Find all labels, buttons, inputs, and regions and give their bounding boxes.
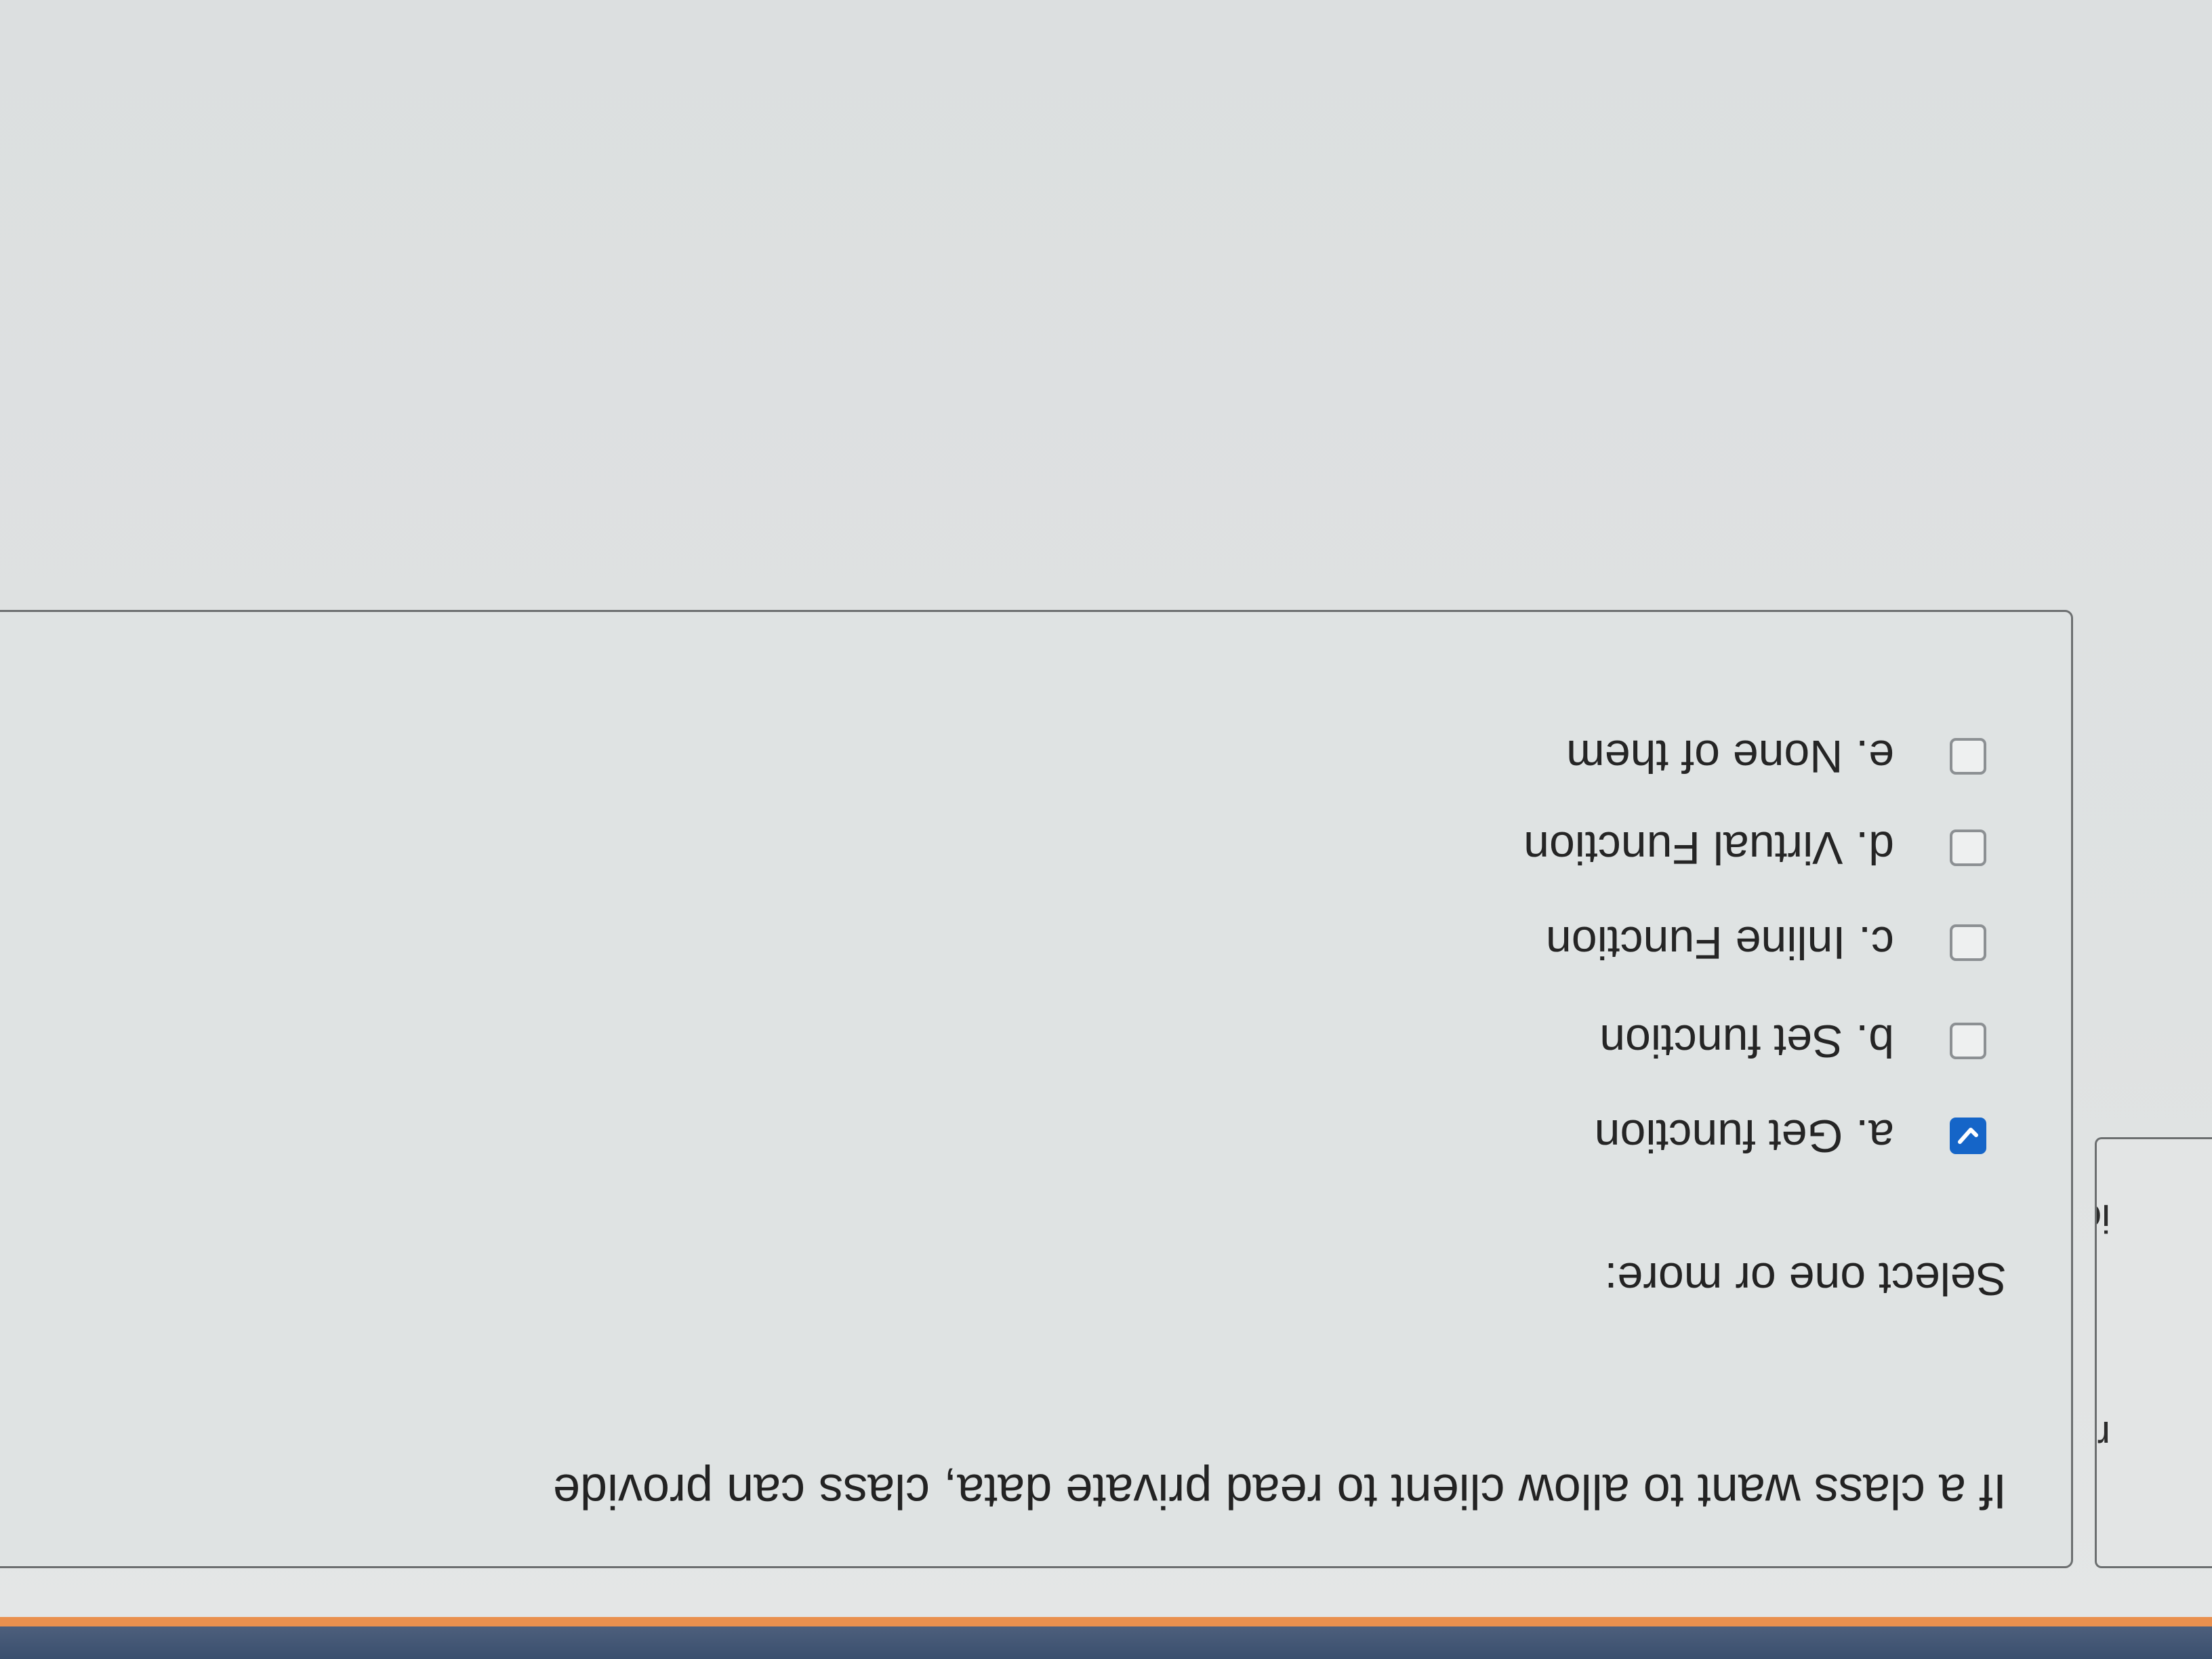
checkmark-icon — [1957, 1124, 1980, 1147]
option-label[interactable]: b. Set function — [1599, 1015, 1894, 1067]
checkbox-option-a[interactable] — [1950, 1118, 1986, 1154]
question-box: If a class want to allow client to read … — [0, 610, 2073, 1568]
option-c[interactable]: c. Inline Function — [1546, 916, 1986, 970]
option-d[interactable]: d. Virtual Function — [1523, 821, 1986, 875]
screen: red ion If a class want to allow client … — [0, 0, 2212, 1659]
option-label[interactable]: c. Inline Function — [1546, 916, 1894, 969]
option-a[interactable]: a. Get function — [1595, 1109, 1986, 1163]
taskbar — [0, 1626, 2212, 1659]
checkbox-option-b[interactable] — [1950, 1023, 1986, 1059]
option-b[interactable]: b. Set function — [1599, 1014, 1986, 1068]
header-accent-strip — [0, 1617, 2212, 1626]
info-text-fragment: red — [2095, 1413, 2110, 1457]
select-prompt: Select one or more: — [1604, 1253, 2007, 1305]
option-label[interactable]: d. Virtual Function — [1523, 821, 1894, 874]
option-e[interactable]: e. None of them — [1566, 729, 1986, 783]
option-label[interactable]: a. Get function — [1595, 1109, 1894, 1162]
question-text: If a class want to allow client to read … — [552, 1464, 2007, 1518]
checkbox-option-d[interactable] — [1950, 830, 1986, 866]
info-text-fragment: ion — [2095, 1196, 2110, 1240]
option-label[interactable]: e. None of them — [1566, 730, 1894, 783]
checkbox-option-e[interactable] — [1950, 738, 1986, 775]
question-info-panel: red ion — [2095, 1137, 2212, 1568]
checkbox-option-c[interactable] — [1950, 924, 1986, 961]
